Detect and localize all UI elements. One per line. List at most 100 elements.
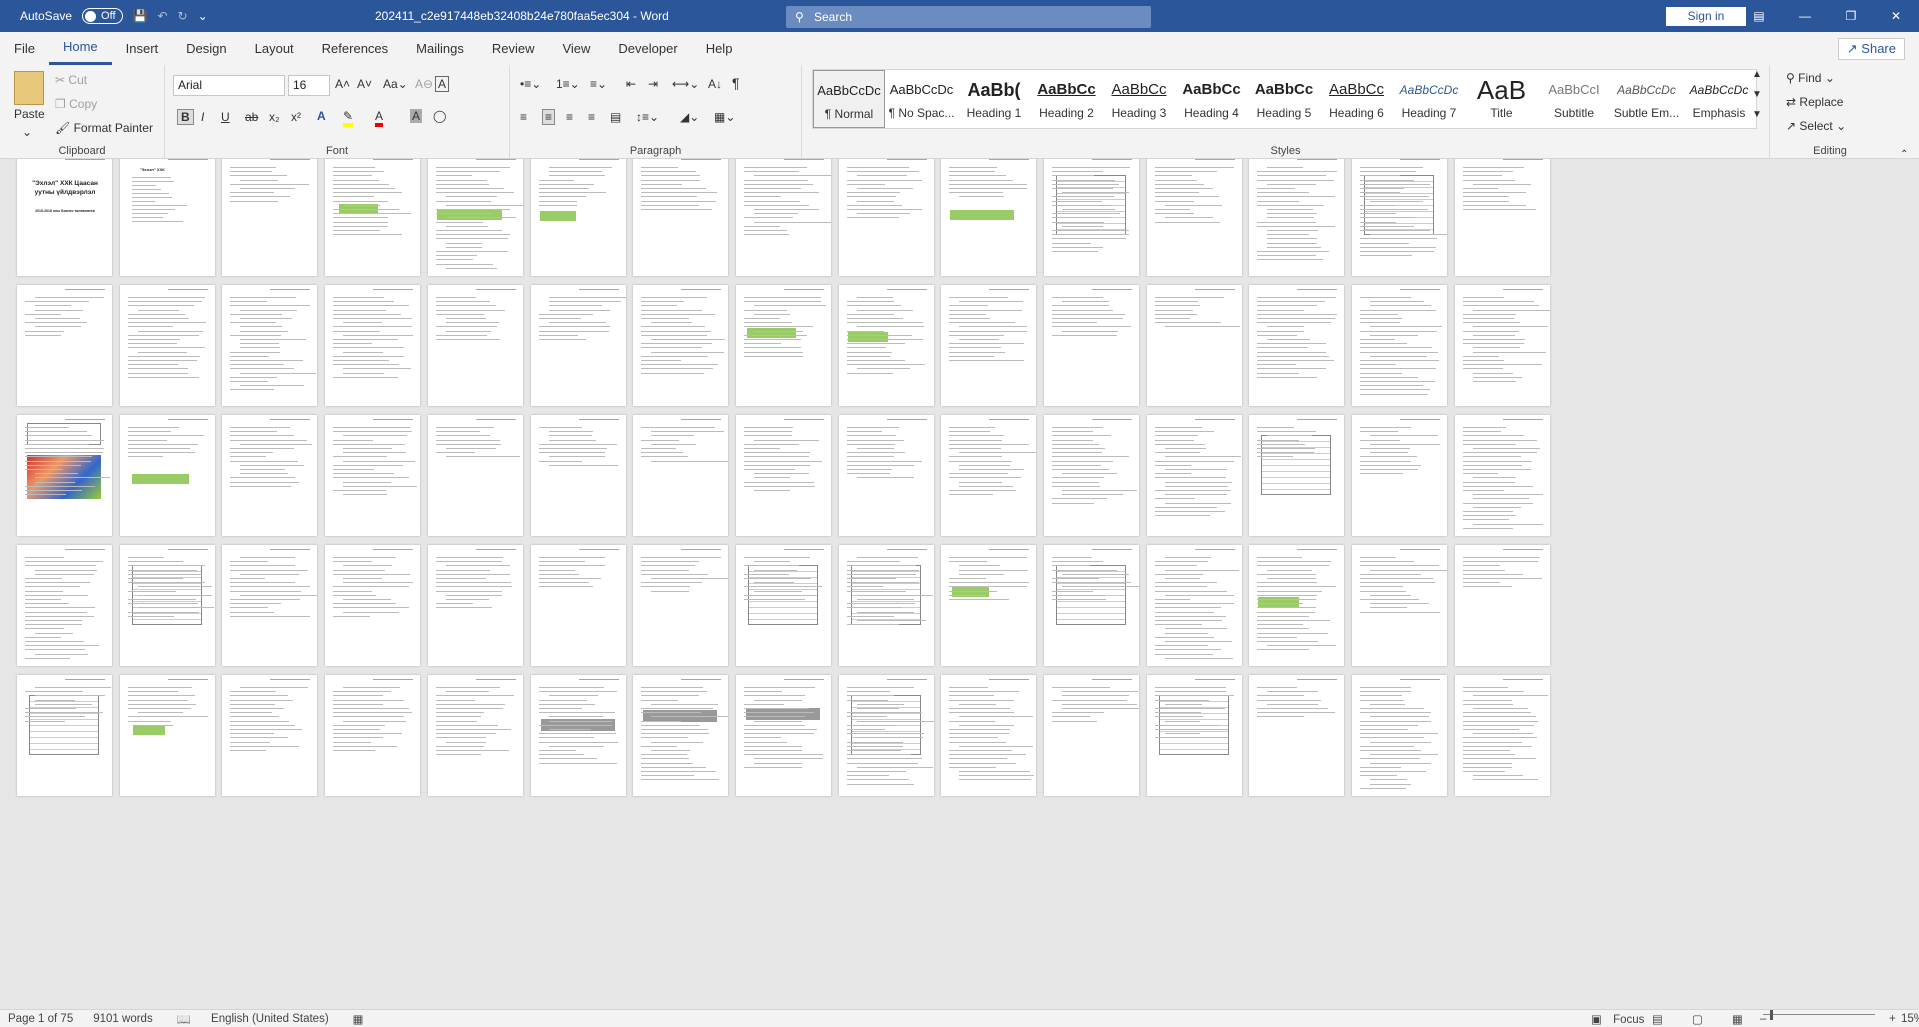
tab-mailings[interactable]: Mailings	[402, 32, 478, 65]
tab-home[interactable]: Home	[48, 32, 112, 65]
page-thumbnail[interactable]	[1352, 159, 1448, 276]
paste-button[interactable]: Paste	[14, 107, 45, 121]
style-subtle-em[interactable]: AaBbCcDc Subtle Em...	[1611, 70, 1683, 128]
subscript-icon[interactable]: x₂	[269, 110, 280, 124]
read-mode-icon[interactable]: ▤	[1652, 1012, 1663, 1026]
page-thumbnail[interactable]	[427, 285, 523, 406]
word-count[interactable]: 9101 words	[93, 1013, 152, 1025]
tab-design[interactable]: Design	[172, 32, 240, 65]
page-thumbnail[interactable]	[941, 545, 1037, 666]
style-heading-7[interactable]: AaBbCcDc Heading 7	[1393, 70, 1465, 128]
page-thumbnail[interactable]	[222, 415, 318, 536]
web-layout-icon[interactable]: ▦	[1732, 1012, 1743, 1026]
tab-view[interactable]: View	[548, 32, 604, 65]
page-thumbnail[interactable]	[1146, 545, 1242, 666]
proofing-icon[interactable]: 📖	[177, 1012, 191, 1026]
zoom-slider[interactable]	[1763, 1014, 1875, 1015]
gallery-more-icon[interactable]: ▼	[1752, 109, 1762, 120]
page-thumbnail[interactable]	[735, 675, 831, 796]
style-heading-4[interactable]: AaBbCc Heading 4	[1176, 70, 1248, 128]
paste-icon[interactable]	[14, 71, 44, 105]
shading-icon[interactable]: ◢⌄	[680, 110, 699, 124]
change-case-icon[interactable]: Aa⌄	[383, 77, 408, 91]
page-thumbnail[interactable]	[838, 415, 934, 536]
page-thumbnail[interactable]	[941, 159, 1037, 276]
zoom-level[interactable]: 15%	[1901, 1013, 1919, 1025]
select-button[interactable]: ↗ Select ⌄	[1786, 119, 1846, 133]
decrease-indent-icon[interactable]: ⇤	[626, 77, 636, 91]
align-center-icon[interactable]: ≡	[542, 109, 556, 125]
strikethrough-icon[interactable]: ab	[245, 110, 258, 124]
page-thumbnail[interactable]	[119, 545, 215, 666]
cut-button[interactable]: ✂ Cut	[55, 73, 87, 87]
find-button[interactable]: ⚲ Find ⌄	[1786, 71, 1835, 85]
page-thumbnail[interactable]	[119, 675, 215, 796]
tab-review[interactable]: Review	[478, 32, 549, 65]
style-heading-1[interactable]: AaBb(Heading 1	[958, 70, 1030, 128]
page-thumbnail[interactable]	[735, 545, 831, 666]
page-thumbnail[interactable]	[1044, 285, 1139, 406]
autosave-toggle[interactable]: Off	[82, 8, 123, 24]
page-thumbnail[interactable]	[17, 675, 112, 796]
page-thumbnail[interactable]	[530, 675, 626, 796]
gallery-scroll-down-icon[interactable]: ▼	[1752, 89, 1762, 100]
page-thumbnail[interactable]	[1146, 415, 1242, 536]
style-heading-6[interactable]: AaBbCc Heading 6	[1321, 70, 1393, 128]
style-heading-5[interactable]: AaBbCc Heading 5	[1248, 70, 1320, 128]
character-shading-icon[interactable]: A	[410, 109, 423, 123]
page-thumbnail[interactable]	[1454, 159, 1550, 276]
tab-references[interactable]: References	[308, 32, 402, 65]
style-no-spac[interactable]: AaBbCcDc ¶ No Spac...	[886, 70, 958, 128]
page-thumbnail[interactable]	[17, 415, 112, 536]
format-painter-button[interactable]: 🖌 Format Painter	[55, 121, 153, 135]
tab-file[interactable]: File	[0, 32, 49, 65]
tab-developer[interactable]: Developer	[604, 32, 691, 65]
redo-icon[interactable]: ↻	[178, 9, 188, 23]
page-thumbnail[interactable]	[1352, 415, 1448, 536]
document-canvas[interactable]: "Эхлэл" ХХК Цаасан уутны үйлдвэрлэл 2015-2…	[0, 159, 1919, 1009]
print-layout-icon[interactable]: ▢	[1692, 1012, 1703, 1026]
page-thumbnail[interactable]	[530, 415, 626, 536]
align-right-icon[interactable]: ≡	[566, 110, 573, 124]
page-thumbnail[interactable]	[735, 285, 831, 406]
page-thumbnail[interactable]	[1249, 159, 1345, 276]
font-color-icon[interactable]: A	[375, 109, 384, 127]
minimize-icon[interactable]: —	[1782, 0, 1828, 32]
font-size-select[interactable]: 16	[288, 75, 330, 96]
multilevel-list-icon[interactable]: ≡⌄	[590, 77, 607, 91]
tab-layout[interactable]: Layout	[241, 32, 308, 65]
underline-icon[interactable]: U	[221, 110, 230, 124]
increase-indent-icon[interactable]: ⇥	[648, 77, 658, 91]
page-thumbnail[interactable]	[1352, 545, 1448, 666]
text-effects-box-icon[interactable]: A	[435, 76, 450, 92]
page-thumbnail[interactable]	[325, 415, 421, 536]
page-thumbnail[interactable]	[1044, 545, 1139, 666]
borders-icon[interactable]: ▦⌄	[714, 110, 735, 124]
clear-formatting-icon[interactable]: A⊖	[415, 77, 433, 91]
page-thumbnail[interactable]	[325, 675, 421, 796]
page-thumbnail[interactable]	[1454, 545, 1550, 666]
bold-icon[interactable]: B	[177, 109, 194, 125]
language[interactable]: English (United States)	[211, 1013, 329, 1025]
style-normal[interactable]: AaBbCcDc ¶ Normal	[813, 70, 885, 128]
grow-font-icon[interactable]: A˄	[335, 77, 350, 91]
tab-help[interactable]: Help	[692, 32, 747, 65]
save-icon[interactable]: 💾	[133, 9, 148, 23]
ribbon-display-options-icon[interactable]: ▤	[1736, 0, 1782, 32]
style-emphasis[interactable]: AaBbCcDc Emphasis	[1683, 70, 1755, 128]
undo-icon[interactable]: ↶	[157, 9, 167, 23]
page-thumbnail[interactable]	[838, 545, 934, 666]
page-thumbnail[interactable]	[735, 415, 831, 536]
font-family-select[interactable]: Arial	[173, 75, 285, 96]
enclose-characters-icon[interactable]: ◯	[433, 109, 446, 123]
page-thumbnail[interactable]: "Эхлэл" ХХК	[119, 159, 215, 276]
page-thumbnail[interactable]	[17, 545, 112, 666]
italic-icon[interactable]: I	[201, 110, 204, 124]
page-thumbnail[interactable]	[1044, 415, 1139, 536]
paste-dropdown-icon[interactable]: ⌄	[22, 125, 32, 139]
superscript-icon[interactable]: x²	[291, 110, 301, 124]
page-thumbnail[interactable]	[530, 545, 626, 666]
page-thumbnail[interactable]	[941, 285, 1037, 406]
line-spacing-icon[interactable]: ↕≡⌄	[636, 110, 659, 124]
show-formatting-marks-icon[interactable]: ¶	[732, 75, 740, 91]
